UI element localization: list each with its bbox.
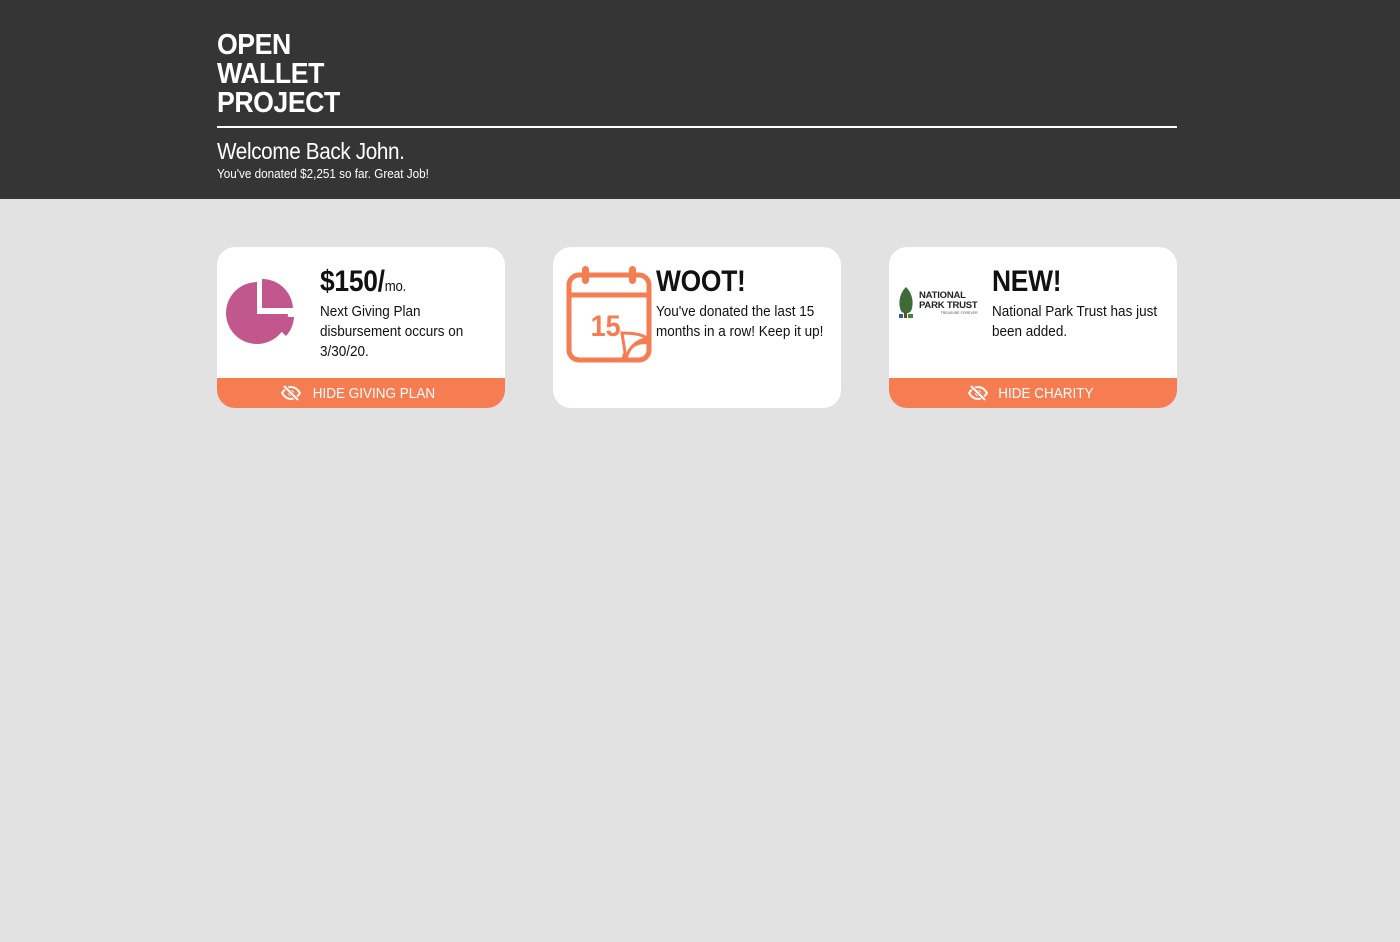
new-charity-card: NATIONAL PARK TRUST TREASURE FOREVER NEW… (889, 247, 1177, 408)
eye-slash-icon (280, 385, 301, 401)
donation-streak-card: 15 WOOT! You've donated the last 15 mont… (553, 247, 841, 408)
app-logo[interactable]: OPEN WALLET PROJECT (217, 31, 340, 118)
welcome-heading: Welcome Back John. (217, 138, 405, 164)
hide-charity-button[interactable]: HIDE CHARITY (889, 378, 1177, 408)
hide-giving-plan-button[interactable]: HIDE GIVING PLAN (217, 378, 505, 408)
logo-tagline: TREASURE FOREVER (940, 310, 978, 315)
donation-summary: You've donated $2,251 so far. Great Job! (217, 166, 429, 181)
hide-charity-label: HIDE CHARITY (997, 384, 1094, 402)
calendar-number: 15 (591, 310, 621, 344)
streak-description: You've donated the last 15 months in a r… (656, 303, 824, 340)
pie-chart-icon (226, 278, 294, 344)
new-charity-title: NEW! (992, 265, 1062, 298)
logo-line: PROJECT (217, 87, 340, 119)
tree-icon (899, 287, 913, 318)
national-park-trust-logo: NATIONAL PARK TRUST TREASURE FOREVER (897, 285, 983, 321)
logo-line: WALLET (217, 58, 324, 90)
logo-wordmark: NATIONAL PARK TRUST TREASURE FOREVER (919, 289, 978, 316)
streak-title: WOOT! (656, 265, 746, 298)
plan-description: Next Giving Plan disbursement occurs on … (320, 303, 464, 360)
hide-giving-plan-label: HIDE GIVING PLAN (312, 384, 435, 402)
new-charity-description: National Park Trust has just been added. (992, 303, 1158, 340)
plan-amount: $150/mo. (320, 265, 406, 304)
logo-text-line: PARK TRUST (919, 299, 978, 311)
calendar-icon: 15 (566, 266, 652, 363)
logo-text-line: NATIONAL (919, 289, 966, 301)
plan-amount-value: $150/ (320, 265, 385, 298)
giving-plan-card: $150/mo. Next Giving Plan disbursement o… (217, 247, 505, 408)
logo-line: OPEN (217, 29, 291, 61)
header: OPEN WALLET PROJECT Welcome Back John. Y… (0, 0, 1400, 199)
plan-amount-unit: mo. (384, 278, 406, 295)
header-divider (217, 126, 1177, 128)
eye-slash-icon (967, 385, 988, 401)
